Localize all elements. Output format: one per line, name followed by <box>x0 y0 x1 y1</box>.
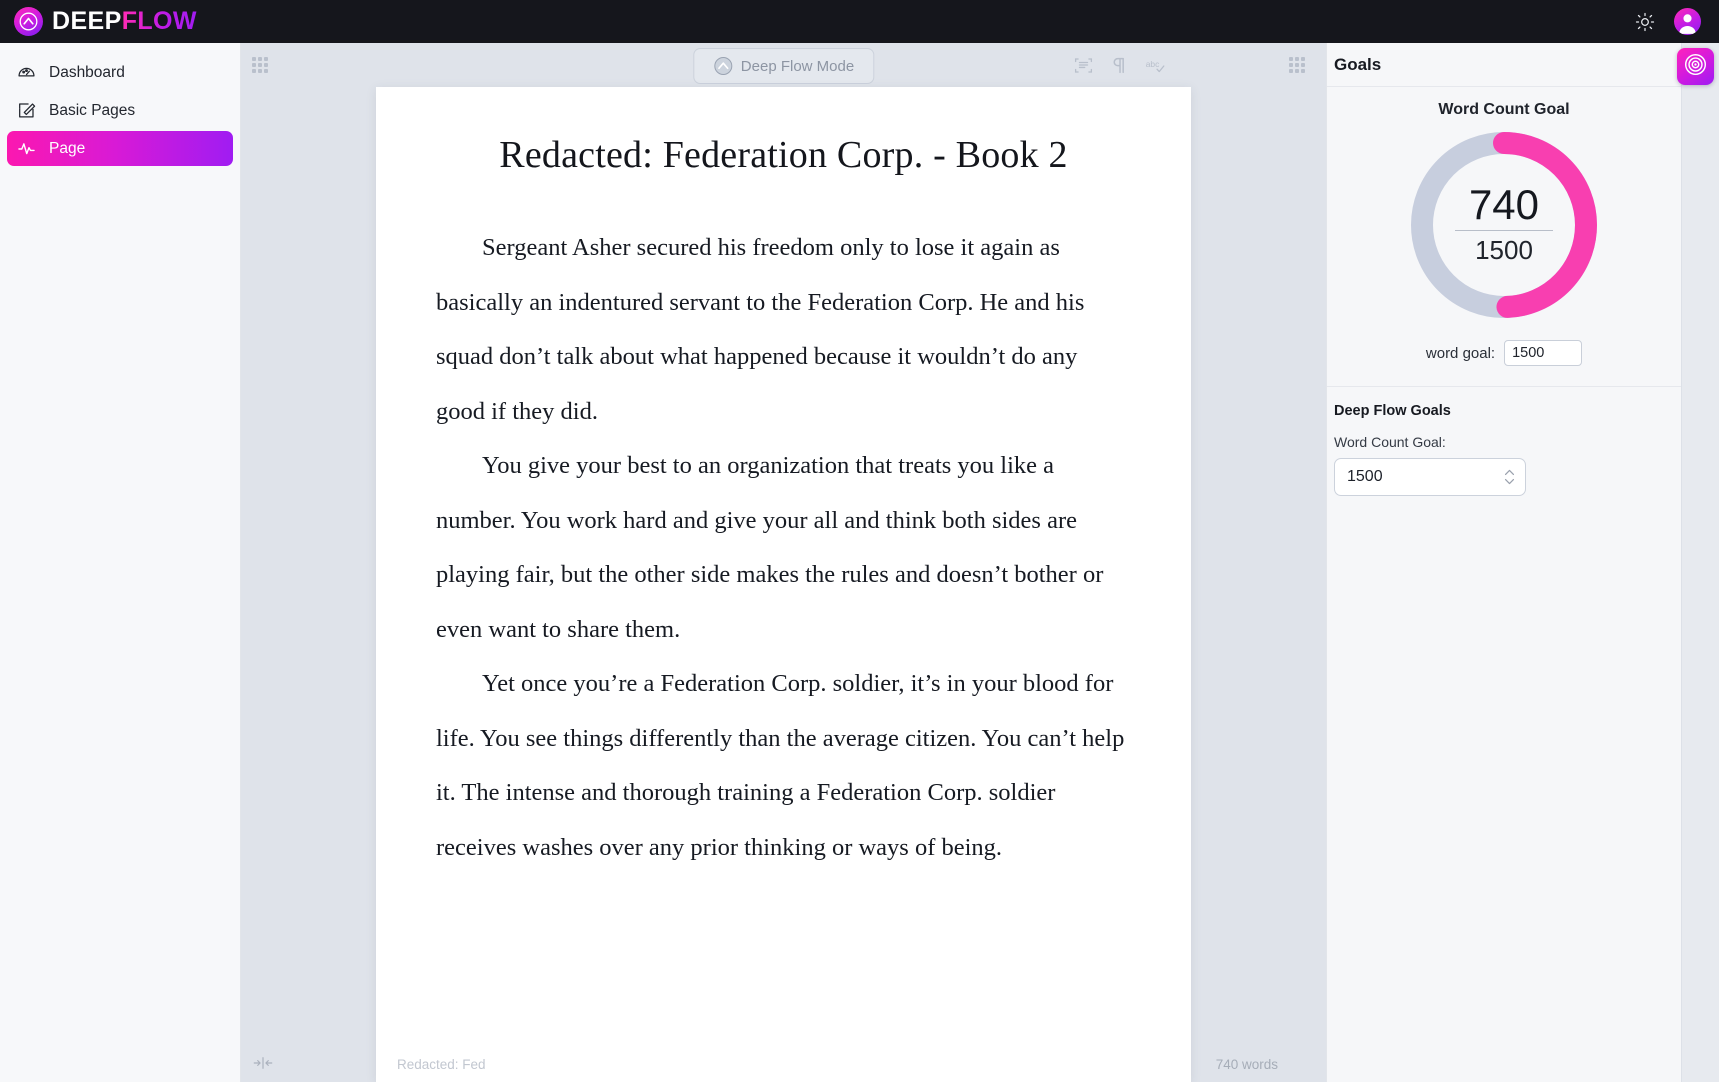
word-goal-inline-label: word goal: <box>1425 344 1496 362</box>
footer-word-count: 740 words <box>1215 1057 1278 1072</box>
sidebar-item-dashboard[interactable]: Dashboard <box>7 55 233 90</box>
brand-logo[interactable]: DEEPFLOW <box>14 7 197 36</box>
deep-flow-goals-title: Deep Flow Goals <box>1334 403 1451 419</box>
top-bar: DEEPFLOW <box>0 0 1719 43</box>
goals-toggle-button[interactable] <box>1677 48 1714 85</box>
grid-dots-handle-icon-right[interactable] <box>1289 57 1306 74</box>
progress-ring-wrapper: 740 1500 <box>1349 127 1659 323</box>
progress-current-value: 740 <box>1454 183 1554 232</box>
goals-panel-title: Goals <box>1327 43 1681 87</box>
sidebar: Dashboard Basic Pages Page <box>0 43 241 1082</box>
word-goal-inline-input[interactable] <box>1504 340 1583 366</box>
document-paragraph: Yet once you’re a Federation Corp. soldi… <box>436 670 1125 861</box>
sidebar-item-page[interactable]: Page <box>7 131 233 166</box>
deep-flow-goals-section: Deep Flow Goals Word Count Goal: 1500 <box>1327 387 1681 496</box>
editor-tool-icons: abc <box>1072 54 1166 76</box>
footer-document-title: Redacted: Fed <box>397 1057 486 1072</box>
word-count-goal-field-label: Word Count Goal: <box>1334 434 1446 450</box>
grid-dots-handle-icon-left[interactable] <box>252 57 269 74</box>
sidebar-item-label: Dashboard <box>49 63 125 81</box>
sidebar-item-label: Page <box>49 139 86 157</box>
document-page[interactable]: Redacted: Federation Corp. - Book 2 Serg… <box>376 87 1191 1082</box>
target-rings-icon <box>1683 52 1708 82</box>
collapse-sidebar-icon[interactable] <box>252 1053 274 1073</box>
sidebar-item-basic-pages[interactable]: Basic Pages <box>7 93 233 128</box>
brand-flow-text: FLOW <box>121 7 197 35</box>
editor-area: Deep Flow Mode abc Redacted: Federation … <box>241 43 1326 1082</box>
sidebar-item-label: Basic Pages <box>49 101 136 119</box>
word-count-goal-field[interactable]: 1500 <box>1334 458 1526 496</box>
word-count-progress-ring: 740 1500 <box>1406 127 1602 323</box>
top-bar-actions <box>1634 8 1701 35</box>
activity-pulse-icon <box>17 139 36 158</box>
sun-icon[interactable] <box>1634 11 1656 33</box>
progress-ring-center: 740 1500 <box>1406 127 1602 323</box>
stepper-updown-icon[interactable] <box>1504 469 1515 485</box>
editor-toolbar: Deep Flow Mode abc <box>241 43 1326 85</box>
spellcheck-abc-icon[interactable]: abc <box>1144 54 1166 76</box>
deep-flow-mode-button[interactable]: Deep Flow Mode <box>692 48 875 84</box>
pilcrow-icon[interactable] <box>1108 54 1130 76</box>
brand-deep-text: DEEP <box>52 7 122 35</box>
pencil-square-icon <box>17 101 36 120</box>
svg-text:abc: abc <box>1146 59 1160 69</box>
progress-goal-value: 1500 <box>1475 235 1533 266</box>
gauge-icon <box>17 63 36 82</box>
page-title: Redacted: Federation Corp. - Book 2 <box>499 134 1068 176</box>
document-scan-icon[interactable] <box>1072 54 1094 76</box>
right-rail <box>1681 43 1719 1082</box>
deep-flow-mode-label: Deep Flow Mode <box>740 57 855 75</box>
word-count-goal-field-value: 1500 <box>1347 468 1383 485</box>
document-paragraph: You give your best to an organization th… <box>436 452 1104 643</box>
word-count-goal-title: Word Count Goal <box>1438 101 1570 118</box>
document-paragraph: Sergeant Asher secured his freedom only … <box>436 234 1085 425</box>
word-goal-inline-row: word goal: <box>1349 340 1659 366</box>
deepflow-logo-icon <box>713 56 733 76</box>
goals-panel: Goals Word Count Goal 740 1500 word goal… <box>1326 43 1681 1082</box>
avatar[interactable] <box>1674 8 1701 35</box>
chevron-up-logo-icon <box>14 7 43 36</box>
brand-text: DEEPFLOW <box>52 9 197 34</box>
word-count-goal-card: Word Count Goal 740 1500 word goal: <box>1327 87 1681 387</box>
editor-footer: Redacted: Fed 740 words <box>241 1038 1326 1082</box>
